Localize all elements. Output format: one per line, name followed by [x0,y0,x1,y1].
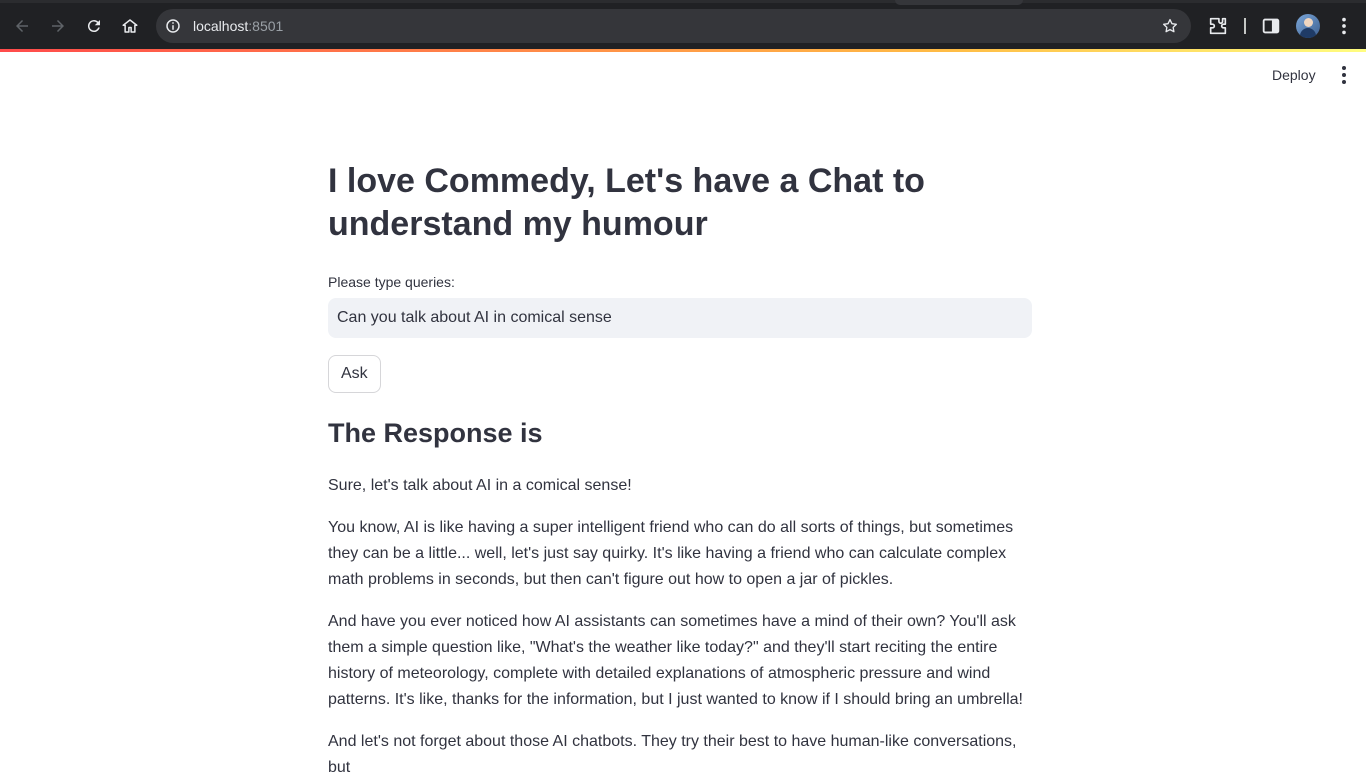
address-bar[interactable]: localhost:8501 [156,9,1191,43]
forward-icon[interactable] [46,14,70,38]
query-input-label: Please type queries: [328,274,455,290]
profile-avatar[interactable] [1296,14,1320,38]
browser-menu-icon[interactable] [1333,15,1355,37]
active-tab-edge[interactable] [895,0,1023,5]
url-text[interactable]: localhost:8501 [193,18,283,34]
tab-strip [0,0,1366,3]
home-icon[interactable] [118,14,142,38]
url-port: :8501 [248,18,284,34]
url-host: localhost [193,18,249,34]
query-input[interactable] [328,298,1032,338]
app-menu-icon[interactable] [1334,64,1354,86]
response-paragraph: And have you ever noticed how AI assista… [328,613,1023,708]
reload-icon[interactable] [82,14,106,38]
extensions-icon[interactable] [1207,15,1229,37]
response-heading: The Response is [328,418,543,448]
page-title: I love Commedy, Let's have a Chat to und… [328,162,925,243]
site-info-icon[interactable] [164,17,182,35]
deploy-button[interactable]: Deploy [1264,65,1324,85]
toolbar-divider [1244,18,1246,34]
response-paragraph: And let's not forget about those AI chat… [328,733,1017,776]
main-content: I love Commedy, Let's have a Chat to und… [328,160,1032,781]
response-paragraph: Sure, let's talk about AI in a comical s… [328,477,632,494]
back-icon[interactable] [10,14,34,38]
browser-toolbar: localhost:8501 [0,0,1366,52]
bookmark-star-icon[interactable] [1161,17,1179,35]
ask-button[interactable]: Ask [328,355,381,393]
response-paragraph: You know, AI is like having a super inte… [328,519,1014,588]
streamlit-decoration-bar [0,49,1366,52]
side-panel-icon[interactable] [1260,15,1282,37]
